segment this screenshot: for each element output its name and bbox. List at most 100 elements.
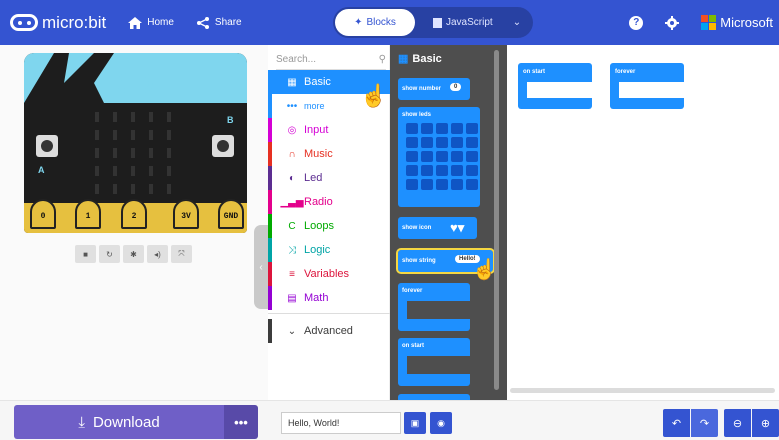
zoom-in-button[interactable]: ⊕: [752, 409, 779, 437]
puzzle-icon: ✦: [354, 17, 363, 28]
stop-icon[interactable]: ■: [75, 245, 96, 263]
number-value[interactable]: 0: [450, 83, 462, 91]
javascript-label: JavaScript: [446, 17, 493, 28]
help-icon[interactable]: ?: [629, 15, 644, 30]
category-radio[interactable]: ▁▃▅ Radio: [268, 190, 390, 214]
button-b-label: B: [227, 115, 234, 125]
microsoft-logo-icon[interactable]: [701, 15, 717, 30]
heart-icon[interactable]: ♥▾: [450, 220, 464, 236]
microsoft-label[interactable]: Microsoft: [720, 15, 773, 30]
github-button[interactable]: ◉: [430, 412, 452, 434]
hand-cursor-icon: ☝: [360, 83, 388, 108]
block-label: on start: [523, 69, 546, 75]
category-math[interactable]: ▤ Math: [268, 286, 390, 310]
dots-icon: •••: [286, 100, 298, 112]
app-name: micro:bit: [42, 12, 107, 32]
pin-3v[interactable]: 3V: [173, 199, 199, 229]
block-slot: [407, 356, 470, 374]
home-button[interactable]: Home: [128, 16, 174, 29]
pin-1[interactable]: 1: [75, 199, 101, 229]
pin-2[interactable]: 2: [121, 199, 147, 229]
top-menu-bar: micro:bit Home Share ✦ Blocks JavaScript…: [0, 0, 779, 45]
blocks-tab[interactable]: ✦ Blocks: [335, 9, 415, 36]
category-label: Advanced: [304, 325, 353, 337]
category-logic[interactable]: ⤨ Logic: [268, 238, 390, 262]
grid-icon: ▦: [287, 76, 297, 88]
grid-icon: ▦: [398, 53, 409, 65]
gear-icon[interactable]: [665, 15, 680, 30]
block-show-number[interactable]: show number 0: [398, 78, 470, 100]
block-show-leds[interactable]: show leds: [398, 107, 480, 207]
save-icon: ▣: [410, 417, 420, 428]
search-icon[interactable]: ⚲: [379, 54, 386, 65]
debug-icon[interactable]: ✱: [123, 245, 144, 263]
category-music[interactable]: ∩ Music: [268, 142, 390, 166]
redo-button[interactable]: ↷: [691, 409, 718, 437]
category-advanced[interactable]: ⌄ Advanced: [268, 319, 390, 343]
mute-icon[interactable]: ◂): [147, 245, 168, 263]
download-label: Download: [92, 413, 160, 431]
restart-icon[interactable]: ↻: [99, 245, 120, 263]
project-name-value: Hello, World!: [288, 418, 340, 428]
category-label: more: [304, 101, 325, 111]
chevron-down-icon[interactable]: ⌄: [513, 17, 521, 28]
blocks-workspace[interactable]: on start forever: [507, 45, 779, 400]
category-label: Input: [304, 124, 329, 136]
fullscreen-icon[interactable]: ⤧: [171, 245, 192, 263]
flyout-title-label: Basic: [412, 52, 442, 65]
block-label: show icon: [402, 225, 432, 231]
workspace-forever-block[interactable]: forever: [610, 63, 684, 109]
category-label: Math: [304, 292, 329, 304]
category-label: Loops: [304, 220, 334, 232]
search-input[interactable]: Search... ⚲: [276, 50, 386, 70]
category-label: Logic: [304, 244, 331, 256]
zoom-out-button[interactable]: ⊖: [724, 409, 751, 437]
category-variables[interactable]: ≡ Variables: [268, 262, 390, 286]
save-button[interactable]: ▣: [404, 412, 426, 434]
divider: [268, 313, 390, 314]
basic-flyout: ▦ Basic show number 0 show leds show ico…: [390, 45, 507, 400]
search-placeholder: Search...: [276, 54, 317, 65]
github-icon: ◉: [437, 417, 445, 428]
button-b[interactable]: [212, 135, 234, 157]
microbit-logo[interactable]: micro:bit: [10, 13, 106, 33]
home-label: Home: [147, 17, 174, 28]
flyout-scrollbar[interactable]: [494, 50, 499, 390]
more-label: •••: [234, 414, 248, 430]
share-button[interactable]: Share: [196, 16, 242, 29]
block-forever[interactable]: forever: [398, 283, 470, 331]
block-label: show number: [402, 86, 442, 92]
category-label: Basic: [304, 76, 331, 88]
button-a-label: A: [38, 165, 45, 175]
category-led[interactable]: ◐ Led: [268, 166, 390, 190]
block-slot: [619, 82, 684, 98]
download-button[interactable]: ⤓ Download: [14, 405, 224, 439]
list-icon: ≡: [289, 268, 295, 280]
pin-3v-label: 3V: [181, 212, 191, 221]
block-on-start[interactable]: on start: [398, 338, 470, 386]
pin-0[interactable]: 0: [30, 199, 56, 229]
shuffle-icon: ⤨: [288, 244, 296, 256]
redo-icon: ↷: [699, 417, 710, 430]
download-more-button[interactable]: •••: [224, 405, 258, 439]
pin-gnd[interactable]: GND: [218, 199, 244, 229]
workspace-on-start-block[interactable]: on start: [518, 63, 592, 109]
pin-1-label: 1: [85, 212, 91, 221]
javascript-tab[interactable]: JavaScript: [433, 17, 493, 28]
collapse-simulator-icon[interactable]: ‹: [254, 225, 268, 309]
workspace-scrollbar[interactable]: [510, 388, 775, 393]
block-label: forever: [402, 288, 423, 294]
microbit-logo-icon: [10, 14, 38, 31]
led-matrix-editor[interactable]: [406, 123, 478, 190]
category-loops[interactable]: C Loops: [268, 214, 390, 238]
share-icon: [196, 16, 209, 29]
pin-gnd-label: GND: [223, 212, 239, 221]
block-label: forever: [615, 69, 636, 75]
block-label: show string: [402, 258, 436, 264]
block-show-icon[interactable]: show icon ♥▾: [398, 217, 477, 239]
category-input[interactable]: ◎ Input: [268, 118, 390, 142]
undo-button[interactable]: ↶: [663, 409, 690, 437]
button-a[interactable]: [36, 135, 58, 157]
project-name-input[interactable]: Hello, World!: [281, 412, 401, 434]
calculator-icon: ▤: [287, 292, 297, 304]
